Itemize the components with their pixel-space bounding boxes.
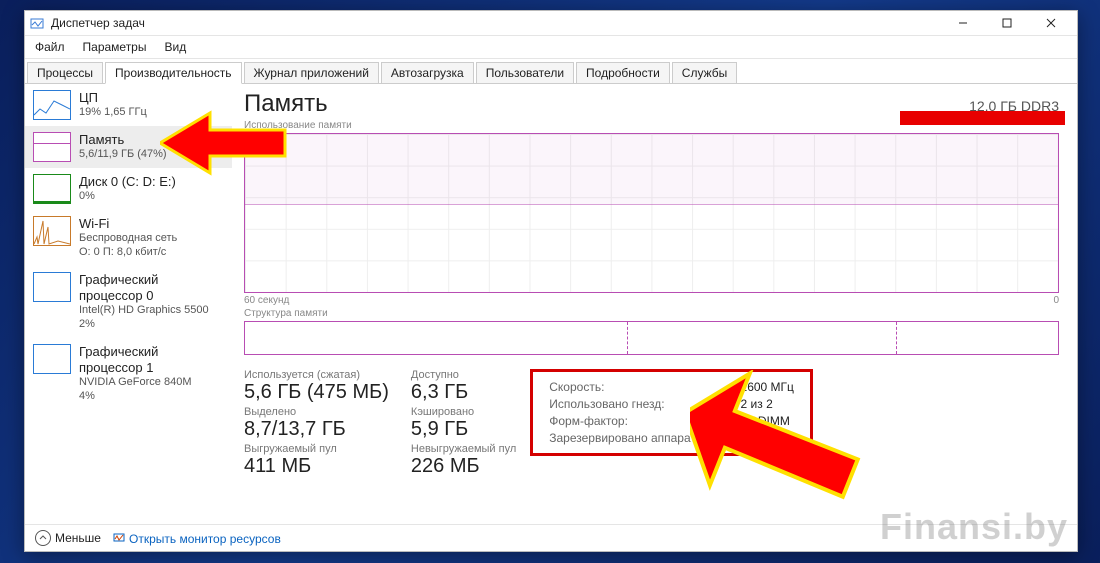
sidebar-label-disk: Диск 0 (C: D: E:): [79, 174, 176, 190]
close-button[interactable]: [1029, 11, 1073, 35]
sidebar-sub2-wifi: О: 0 П: 8,0 кбит/с: [79, 246, 177, 260]
stat-nonpaged-label: Невыгружаемый пул: [411, 443, 516, 455]
sidebar-item-gpu0[interactable]: Графический процессор 0Intel(R) HD Graph…: [25, 266, 232, 338]
sidebar-item-gpu1[interactable]: Графический процессор 1NVIDIA GeForce 84…: [25, 338, 232, 410]
sidebar-item-wifi[interactable]: Wi-FiБеспроводная сетьО: 0 П: 8,0 кбит/с: [25, 210, 232, 266]
sidebar-label-gpu0: Графический процессор 0: [79, 272, 224, 305]
monitor-icon: [113, 532, 125, 546]
fewer-details-button[interactable]: Меньше: [35, 530, 101, 546]
sidebar-sub-gpu1: NVIDIA GeForce 840M: [79, 376, 224, 390]
stat-cached-label: Кэшировано: [411, 406, 516, 418]
spec-hwreserved-value: 85,5 МБ: [741, 431, 794, 445]
sidebar-label-gpu1: Графический процессор 1: [79, 344, 224, 377]
tab-startup[interactable]: Автозагрузка: [381, 62, 474, 84]
stat-avail-label: Доступно: [411, 369, 516, 381]
window-title: Диспетчер задач: [51, 16, 941, 30]
tab-performance[interactable]: Производительность: [105, 62, 241, 84]
sidebar-item-cpu[interactable]: ЦП19% 1,65 ГГц: [25, 84, 232, 126]
menu-file[interactable]: Файл: [27, 38, 73, 56]
stat-cached-value: 5,9 ГБ: [411, 418, 516, 441]
sidebar-label-memory: Память: [79, 132, 167, 148]
spec-hwreserved-label: Зарезервировано аппаратно:: [549, 431, 712, 445]
stat-inuse-label: Используется (сжатая): [244, 369, 389, 381]
task-manager-window: Диспетчер задач Файл Параметры Вид Проце…: [24, 10, 1078, 552]
chart-scale-right: 0: [1053, 295, 1059, 306]
tab-strip: Процессы Производительность Журнал прило…: [25, 59, 1077, 84]
stat-commit-value: 8,7/13,7 ГБ: [244, 418, 389, 441]
spec-speed-value: 1600 МГц: [741, 380, 794, 394]
performance-sidebar: ЦП19% 1,65 ГГц Память5,6/11,9 ГБ (47%) Д…: [25, 84, 232, 524]
sidebar-sub-cpu: 19% 1,65 ГГц: [79, 106, 147, 120]
sidebar-sub-gpu0: Intel(R) HD Graphics 5500: [79, 304, 224, 318]
menu-bar: Файл Параметры Вид: [25, 36, 1077, 59]
sidebar-sub2-gpu1: 4%: [79, 390, 224, 404]
tab-app-history[interactable]: Журнал приложений: [244, 62, 379, 84]
menu-view[interactable]: Вид: [156, 38, 194, 56]
chevron-up-icon: [35, 530, 51, 546]
sidebar-sub-disk: 0%: [79, 190, 176, 204]
stat-inuse-value: 5,6 ГБ (475 МБ): [244, 381, 389, 404]
sidebar-sub-wifi: Беспроводная сеть: [79, 232, 177, 246]
tab-services[interactable]: Службы: [672, 62, 737, 84]
memory-spec-box: Скорость: 1600 МГц Использовано гнезд: 2 и…: [530, 369, 813, 456]
chart-scale-left: 60 секунд: [244, 295, 289, 306]
stat-paged-label: Выгружаемый пул: [244, 443, 389, 455]
stat-avail-value: 6,3 ГБ: [411, 381, 516, 404]
stat-commit-label: Выделено: [244, 406, 389, 418]
sidebar-label-cpu: ЦП: [79, 90, 147, 106]
tab-users[interactable]: Пользователи: [476, 62, 574, 84]
sidebar-item-disk[interactable]: Диск 0 (C: D: E:)0%: [25, 168, 232, 210]
spec-speed-label: Скорость:: [549, 380, 712, 394]
task-manager-icon: [29, 15, 45, 31]
spec-slots-label: Использовано гнезд:: [549, 397, 712, 411]
sidebar-sub-memory: 5,6/11,9 ГБ (47%): [79, 148, 167, 162]
stat-nonpaged-value: 226 МБ: [411, 455, 516, 478]
tab-processes[interactable]: Процессы: [27, 62, 103, 84]
tab-details[interactable]: Подробности: [576, 62, 670, 84]
maximize-button[interactable]: [985, 11, 1029, 35]
sidebar-sub2-gpu0: 2%: [79, 318, 224, 332]
page-title: Память: [244, 90, 328, 118]
spec-formfactor-value: SODIMM: [741, 414, 794, 428]
stat-paged-value: 411 МБ: [244, 455, 389, 478]
minimize-button[interactable]: [941, 11, 985, 35]
chart-label-structure: Структура памяти: [244, 308, 1059, 319]
memory-usage-chart: [244, 133, 1059, 293]
sidebar-label-wifi: Wi-Fi: [79, 216, 177, 232]
sidebar-item-memory[interactable]: Память5,6/11,9 ГБ (47%): [25, 126, 232, 168]
memory-detail-pane: Память 12,0 ГБ DDR3 Использование памяти…: [232, 84, 1077, 524]
status-bar: Меньше Открыть монитор ресурсов: [25, 524, 1077, 551]
chart-label-usage: Использование памяти: [244, 120, 1059, 131]
spec-formfactor-label: Форм-фактор:: [549, 414, 712, 428]
spec-slots-value: 2 из 2: [741, 397, 794, 411]
open-resource-monitor-link[interactable]: Открыть монитор ресурсов: [113, 531, 281, 546]
menu-params[interactable]: Параметры: [75, 38, 155, 56]
memory-structure-bar: [244, 321, 1059, 355]
titlebar: Диспетчер задач: [25, 11, 1077, 36]
memory-total: 12,0 ГБ DDR3: [969, 98, 1059, 114]
